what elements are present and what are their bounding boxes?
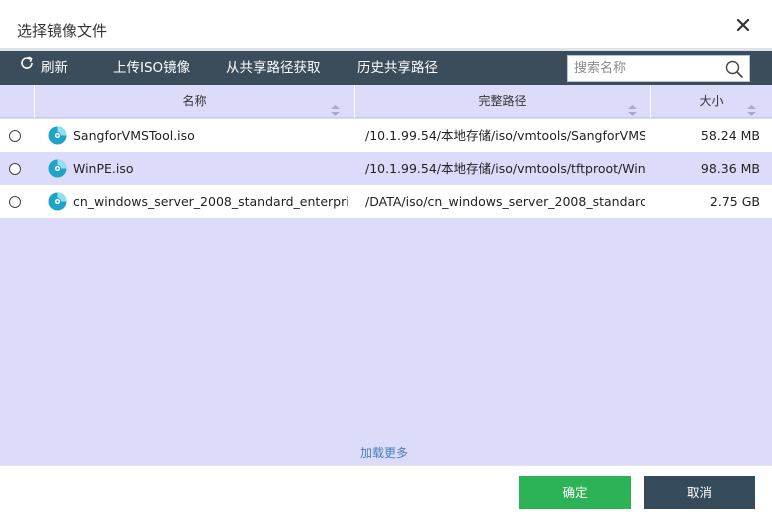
refresh-button[interactable]: 刷新 — [19, 51, 68, 85]
search-input[interactable] — [568, 56, 718, 81]
select-column-header — [0, 85, 35, 118]
ok-button[interactable]: 确定 — [519, 476, 631, 509]
disc-icon — [48, 192, 67, 211]
upload-iso-button[interactable]: 上传ISO镜像 — [113, 51, 190, 85]
disc-icon — [48, 159, 67, 178]
file-size: 98.36 MB — [700, 161, 760, 176]
column-name-label: 名称 — [182, 94, 207, 108]
refresh-icon — [19, 50, 35, 84]
table-row[interactable]: cn_windows_server_2008_standard_enterpri… — [0, 185, 772, 218]
search-box — [567, 55, 750, 82]
get-from-share-button[interactable]: 从共享路径获取 — [226, 51, 321, 85]
table-row[interactable]: WinPE.iso /10.1.99.54/本地存储/iso/vmtools/t… — [0, 152, 772, 185]
history-share-button[interactable]: 历史共享路径 — [357, 51, 438, 85]
file-size: 58.24 MB — [700, 128, 760, 143]
row-radio[interactable] — [9, 163, 21, 175]
close-icon[interactable] — [732, 14, 754, 36]
column-path-label: 完整路径 — [478, 94, 527, 108]
sort-icon[interactable] — [747, 96, 756, 116]
file-name: SangforVMSTool.iso — [73, 128, 195, 143]
row-radio[interactable] — [9, 196, 21, 208]
file-size: 2.75 GB — [709, 194, 760, 209]
file-path: /DATA/iso/cn_windows_server_2008_standar… — [365, 194, 645, 209]
table-row[interactable]: SangforVMSTool.iso /10.1.99.54/本地存储/iso/… — [0, 119, 772, 152]
column-size-label: 大小 — [699, 94, 724, 108]
file-path: /10.1.99.54/本地存储/iso/vmtools/tftproot/Wi… — [365, 161, 645, 176]
sort-icon[interactable] — [331, 96, 340, 116]
column-header-size[interactable]: 大小 — [651, 85, 772, 118]
file-name: WinPE.iso — [73, 161, 134, 176]
column-header-name[interactable]: 名称 — [35, 85, 355, 118]
cancel-button[interactable]: 取消 — [644, 476, 755, 509]
dialog-title: 选择镜像文件 — [17, 22, 108, 40]
dialog-titlebar: 选择镜像文件 — [0, 0, 772, 48]
row-radio[interactable] — [9, 130, 21, 142]
refresh-label: 刷新 — [41, 60, 68, 76]
column-header-path[interactable]: 完整路径 — [355, 85, 651, 118]
dialog-footer: 确定 取消 — [0, 465, 772, 519]
load-more-link[interactable]: 加载更多 — [0, 444, 768, 461]
table-header: 名称 完整路径 大小 — [0, 85, 772, 118]
sort-icon[interactable] — [628, 96, 637, 116]
file-table: 名称 完整路径 大小 SangforVMSTool.iso /10.1.99.5… — [0, 85, 772, 465]
file-name: cn_windows_server_2008_standard_enterpri… — [73, 194, 348, 209]
file-path: /10.1.99.54/本地存储/iso/vmtools/SangforVMST… — [365, 128, 645, 143]
disc-icon — [48, 126, 67, 145]
toolbar: 刷新 上传ISO镜像 从共享路径获取 历史共享路径 — [0, 51, 772, 85]
search-icon[interactable] — [724, 59, 744, 79]
select-image-dialog: 选择镜像文件 刷新 上传ISO镜像 从共享路径获取 历史共享路径 搜索名称 名称… — [0, 0, 772, 519]
